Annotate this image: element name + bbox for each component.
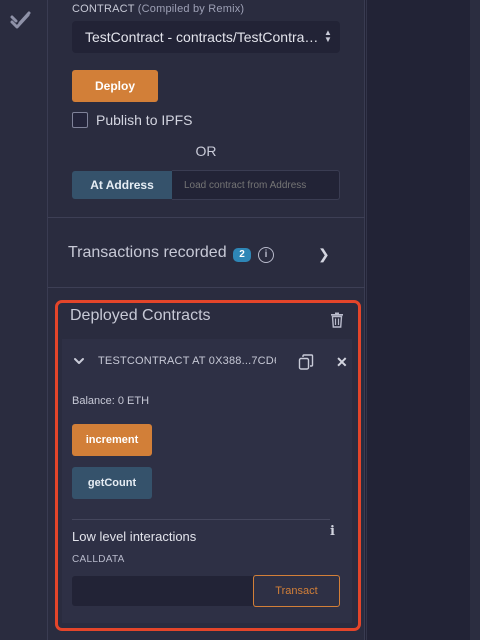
transact-button[interactable]: Transact [253, 575, 340, 607]
getcount-button[interactable]: getCount [72, 467, 152, 499]
publish-ipfs-checkbox[interactable] [72, 112, 88, 128]
publish-ipfs-label[interactable]: Publish to IPFS [96, 112, 193, 128]
editor-area [366, 0, 480, 640]
right-scroll-strip [470, 0, 480, 640]
close-icon[interactable]: ✕ [336, 354, 348, 371]
contract-select-value: TestContract - contracts/TestContract.so… [85, 29, 325, 45]
divider [48, 287, 365, 288]
instance-name[interactable]: TESTCONTRACT AT 0X388...7CD67 [98, 355, 276, 367]
info-icon[interactable]: i [330, 524, 335, 539]
divider [72, 519, 330, 520]
icon-rail [0, 0, 48, 640]
calldata-label: CALLDATA [72, 554, 125, 565]
calldata-input[interactable] [72, 576, 254, 606]
chevron-down-icon[interactable] [73, 355, 85, 367]
copy-icon[interactable] [298, 354, 314, 370]
low-level-interactions-title: Low level interactions [72, 529, 197, 544]
double-check-icon[interactable] [9, 10, 33, 34]
instance-balance: Balance: 0 ETH [72, 395, 150, 407]
increment-button[interactable]: increment [72, 424, 152, 456]
at-address-button[interactable]: At Address [72, 171, 172, 199]
transactions-recorded-title[interactable]: Transactions recorded [68, 244, 227, 262]
select-arrows-icon: ▲ ▼ [324, 28, 332, 44]
trash-icon[interactable] [330, 312, 344, 328]
or-divider-text: OR [195, 143, 217, 159]
compiled-note: (Compiled by Remix) [137, 3, 245, 15]
deployed-contracts-title: Deployed Contracts [70, 307, 211, 324]
deploy-button[interactable]: Deploy [72, 70, 158, 102]
info-circle-icon[interactable]: i [258, 247, 274, 263]
divider [48, 217, 365, 218]
load-address-input[interactable] [172, 170, 340, 200]
transactions-count-badge: 2 [233, 248, 251, 262]
chevron-right-icon[interactable]: ❯ [318, 246, 330, 263]
contract-select[interactable]: TestContract - contracts/TestContract.so… [72, 21, 340, 53]
contract-label: CONTRACT (Compiled by Remix) [72, 3, 245, 15]
